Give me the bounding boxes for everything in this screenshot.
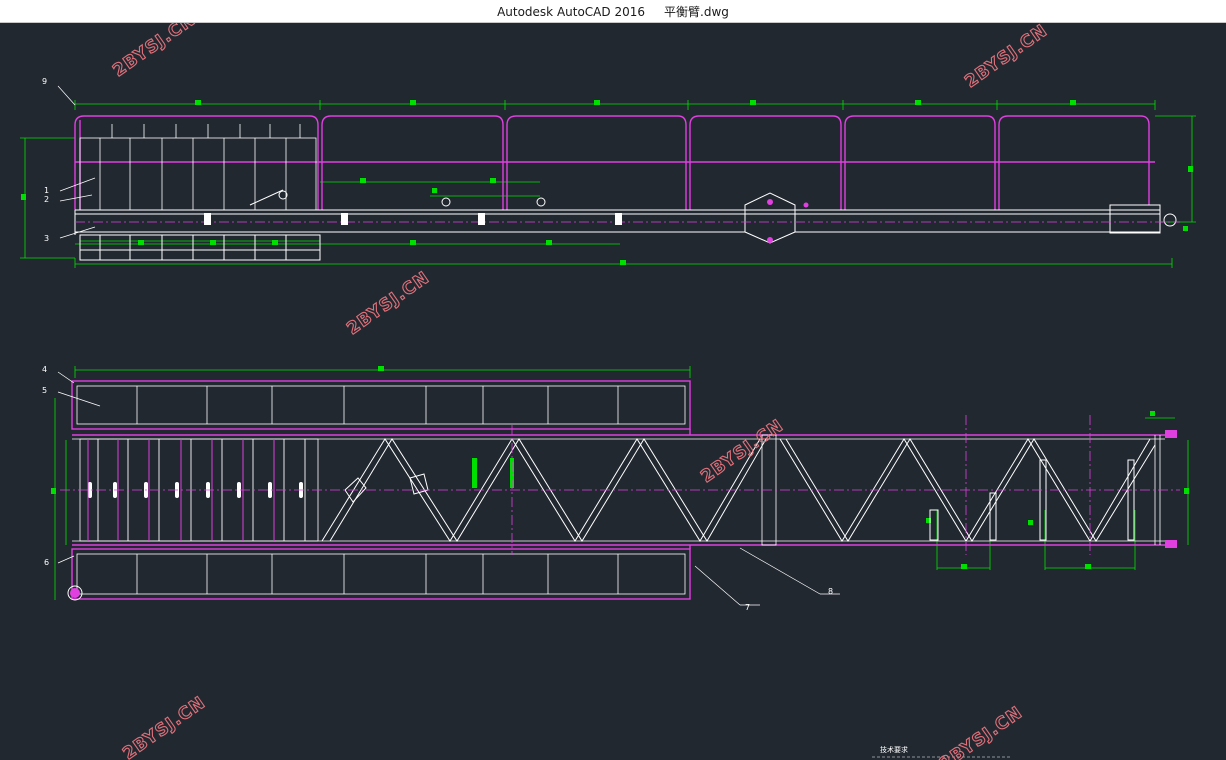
watermark-text: 2BYSJ.CN bbox=[697, 416, 787, 487]
part-label-4: 4 bbox=[42, 365, 47, 374]
part-label-2: 2 bbox=[44, 195, 49, 204]
watermark-text: 2BYSJ.CN bbox=[961, 23, 1051, 92]
watermark-text: 2BYSJ.CN bbox=[936, 703, 1026, 760]
part-label-6: 6 bbox=[44, 558, 49, 567]
drawing-canvas[interactable]: 9 1 2 3 4 5 6 7 8 技术要求 2BYSJ.CN 2BYSJ.CN… bbox=[0, 23, 1226, 760]
elevation-view bbox=[20, 100, 1196, 268]
technical-requirements-heading: 技术要求 bbox=[880, 745, 908, 754]
part-label-5: 5 bbox=[42, 386, 47, 395]
part-label-8: 8 bbox=[828, 587, 833, 596]
part-label-1: 1 bbox=[44, 186, 49, 195]
watermark-text: 2BYSJ.CN bbox=[109, 23, 199, 81]
drawing-svg: 9 1 2 3 4 5 6 7 8 技术要求 2BYSJ.CN 2BYSJ.CN… bbox=[20, 23, 1196, 760]
watermark-text: 2BYSJ.CN bbox=[343, 268, 433, 339]
title-bar: Autodesk AutoCAD 2016 平衡臂.dwg bbox=[0, 0, 1226, 23]
window-title: Autodesk AutoCAD 2016 平衡臂.dwg bbox=[497, 5, 729, 19]
part-label-3: 3 bbox=[44, 234, 49, 243]
plan-view bbox=[51, 85, 1189, 606]
part-label-9: 9 bbox=[42, 77, 47, 86]
part-label-7: 7 bbox=[745, 603, 750, 612]
watermark-text: 2BYSJ.CN bbox=[119, 693, 209, 760]
